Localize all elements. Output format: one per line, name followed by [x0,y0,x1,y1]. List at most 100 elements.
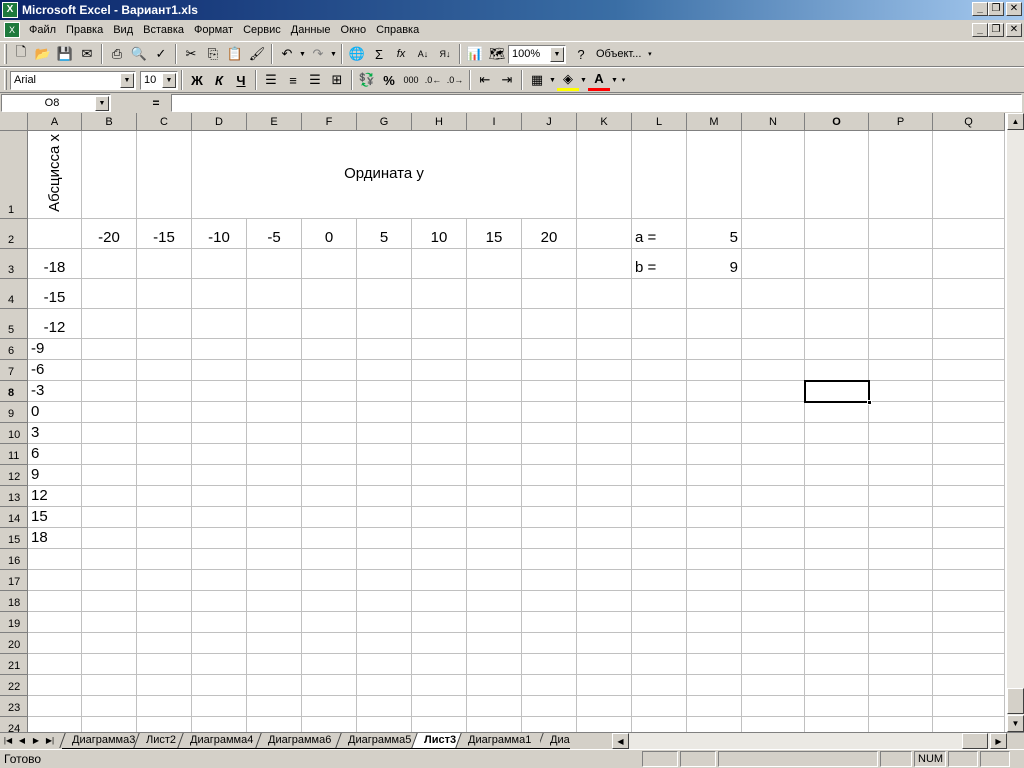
cell-G19[interactable] [357,612,412,633]
thousands-button[interactable]: 000 [400,69,422,91]
cell-C14[interactable] [137,507,192,528]
cell-G23[interactable] [357,696,412,717]
cell-F11[interactable] [302,444,357,465]
cell-N10[interactable] [742,423,805,444]
row-header-10[interactable]: 10 [0,423,28,444]
bold-button[interactable]: Ж [186,69,208,91]
cell-J14[interactable] [522,507,577,528]
chevron-down-icon[interactable]: ▼ [95,96,109,111]
cell-L23[interactable] [632,696,687,717]
cell-P19[interactable] [869,612,933,633]
cell-C10[interactable] [137,423,192,444]
cell-N12[interactable] [742,465,805,486]
map-icon[interactable]: 🗺 [486,43,508,65]
cell-E23[interactable] [247,696,302,717]
font-color-icon[interactable]: A [588,69,610,91]
column-header-G[interactable]: G [357,113,412,131]
toolbar-options-icon[interactable]: ▾ [645,43,654,65]
fill-color-icon[interactable]: ◈ [557,69,579,91]
row-header-8[interactable]: 8 [0,381,28,402]
cell-N4[interactable] [742,279,805,309]
cell-Q16[interactable] [933,549,1005,570]
column-header-B[interactable]: B [82,113,137,131]
cell-K18[interactable] [577,591,632,612]
cell-L14[interactable] [632,507,687,528]
cell-K22[interactable] [577,675,632,696]
cell-F12[interactable] [302,465,357,486]
cell-D22[interactable] [192,675,247,696]
cell-P10[interactable] [869,423,933,444]
cell-J11[interactable] [522,444,577,465]
cell-F23[interactable] [302,696,357,717]
cell-Q15[interactable] [933,528,1005,549]
prev-sheet-icon[interactable]: ◀ [16,733,28,748]
row-header-14[interactable]: 14 [0,507,28,528]
cell-H5[interactable] [412,309,467,339]
cell-F14[interactable] [302,507,357,528]
cell-F10[interactable] [302,423,357,444]
cell-Q4[interactable] [933,279,1005,309]
cell-O5[interactable] [805,309,869,339]
cell-J12[interactable] [522,465,577,486]
increase-indent-icon[interactable]: ⇥ [496,69,518,91]
percent-button[interactable]: % [378,69,400,91]
cell-K14[interactable] [577,507,632,528]
row-header-2[interactable]: 2 [0,219,28,249]
cell-Q21[interactable] [933,654,1005,675]
close-button[interactable]: ✕ [1006,2,1022,16]
cell-E10[interactable] [247,423,302,444]
cell-A8[interactable]: -3 [28,381,82,402]
cell-G2[interactable]: 5 [357,219,412,249]
cell-L3[interactable]: b = [632,249,687,279]
column-header-O[interactable]: O [805,113,869,131]
cell-A9[interactable]: 0 [28,402,82,423]
cell-A17[interactable] [28,570,82,591]
cell-O7[interactable] [805,360,869,381]
cell-H23[interactable] [412,696,467,717]
cell-J20[interactable] [522,633,577,654]
cell-N22[interactable] [742,675,805,696]
cell-C6[interactable] [137,339,192,360]
cell-E5[interactable] [247,309,302,339]
cell-J4[interactable] [522,279,577,309]
cell-Q2[interactable] [933,219,1005,249]
cell-A13[interactable]: 12 [28,486,82,507]
cell-C20[interactable] [137,633,192,654]
column-header-J[interactable]: J [522,113,577,131]
cell-I16[interactable] [467,549,522,570]
row-header-23[interactable]: 23 [0,696,28,717]
cell-E2[interactable]: -5 [247,219,302,249]
cell-E21[interactable] [247,654,302,675]
cell-O20[interactable] [805,633,869,654]
row-header-1[interactable]: 1 [0,131,28,219]
menu-view[interactable]: Вид [108,24,138,36]
cell-P12[interactable] [869,465,933,486]
cell-M20[interactable] [687,633,742,654]
cell-K5[interactable] [577,309,632,339]
cell-M4[interactable] [687,279,742,309]
cell-D12[interactable] [192,465,247,486]
font-color-dropdown-icon[interactable]: ▼ [610,69,619,91]
redo-icon[interactable]: ↷ [307,43,329,65]
cell-D11[interactable] [192,444,247,465]
doc-restore-button[interactable]: ❐ [988,23,1004,37]
cell-B5[interactable] [82,309,137,339]
row-header-22[interactable]: 22 [0,675,28,696]
cell-B4[interactable] [82,279,137,309]
cell-I19[interactable] [467,612,522,633]
cell-K6[interactable] [577,339,632,360]
cell-E8[interactable] [247,381,302,402]
cell-G15[interactable] [357,528,412,549]
cell-I24[interactable] [467,717,522,732]
cell-G20[interactable] [357,633,412,654]
cell-P15[interactable] [869,528,933,549]
sheet-tab-2[interactable]: Диаграмма4 [180,733,262,749]
cell-K7[interactable] [577,360,632,381]
cell-D10[interactable] [192,423,247,444]
cell-L13[interactable] [632,486,687,507]
column-header-A[interactable]: A [28,113,82,131]
underline-button[interactable]: Ч [230,69,252,91]
cell-K2[interactable] [577,219,632,249]
cell-I11[interactable] [467,444,522,465]
cell-F3[interactable] [302,249,357,279]
